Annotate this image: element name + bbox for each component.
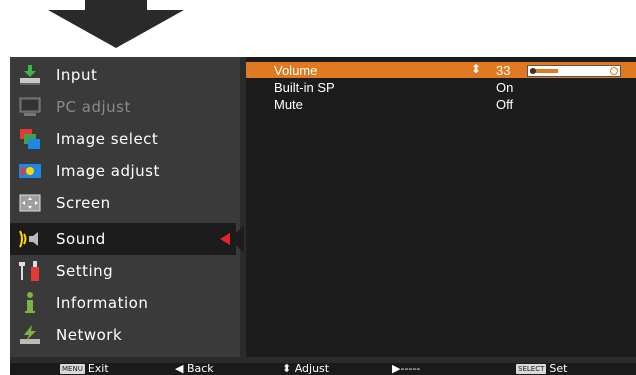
builtin-sp-value: On <box>496 80 514 95</box>
footer-set: SELECT Set <box>516 363 567 375</box>
menu-item-image-adjust[interactable]: Image adjust <box>10 155 240 187</box>
setting-icon <box>19 261 39 281</box>
image-adjust-icon <box>19 164 41 178</box>
menu-item-information[interactable]: Information <box>10 287 240 319</box>
volume-value: 33 <box>496 63 511 78</box>
menu-item-image-select[interactable]: Image select <box>10 123 240 155</box>
select-key-icon: SELECT <box>516 364 547 374</box>
volume-label: Volume <box>274 63 318 78</box>
footer-next-label: ----- <box>400 362 421 375</box>
input-icon <box>20 65 40 85</box>
left-arrow-icon: ◀ <box>175 362 184 375</box>
volume-slider[interactable] <box>527 65 621 77</box>
information-icon <box>25 292 35 313</box>
up-down-small-icon: ⬍ <box>282 362 292 375</box>
volume-row[interactable]: Volume ⬍ 33 <box>246 62 636 78</box>
menu-label-image-adjust: Image adjust <box>56 162 160 180</box>
volume-slider-min-icon <box>530 68 536 74</box>
main-menu: Input PC adjust Image select Image adjus… <box>10 57 240 357</box>
down-arrow-icon <box>48 0 184 48</box>
menu-label-sound: Sound <box>56 230 106 248</box>
sound-submenu: Volume ⬍ 33 Built-in SP On Mute Off <box>246 57 636 357</box>
network-icon <box>20 325 40 344</box>
menu-item-pc-adjust[interactable]: PC adjust <box>10 91 240 123</box>
menu-label-image-select: Image select <box>56 130 159 148</box>
menu-label-input: Input <box>56 66 98 84</box>
footer-exit-label: Exit <box>87 362 109 375</box>
footer-adjust: ⬍ Adjust <box>282 363 329 375</box>
screen-icon <box>19 194 41 212</box>
menu-item-screen[interactable]: Screen <box>10 187 240 219</box>
menu-label-network: Network <box>56 326 123 344</box>
menu-label-information: Information <box>56 294 149 312</box>
builtin-sp-label: Built-in SP <box>274 80 335 95</box>
mute-value: Off <box>496 97 514 112</box>
menu-key-icon: MENU <box>60 364 85 374</box>
builtin-sp-row[interactable]: Built-in SP On <box>246 79 636 95</box>
footer-next: ▶----- <box>392 363 420 375</box>
footer-help-bar: MENU Exit ◀ Back ⬍ Adjust ▶----- SELECT Se… <box>10 363 636 375</box>
selection-marker-icon <box>220 233 230 245</box>
mute-row[interactable]: Mute Off <box>246 96 636 112</box>
mute-label: Mute <box>274 97 303 112</box>
menu-label-pc-adjust: PC adjust <box>56 98 131 116</box>
menu-item-network[interactable]: Network <box>10 319 240 351</box>
footer-back: ◀ Back <box>175 363 214 375</box>
footer-back-label: Back <box>186 362 214 375</box>
up-down-icon: ⬍ <box>471 62 482 76</box>
menu-item-input[interactable]: Input <box>10 59 240 91</box>
menu-item-setting[interactable]: Setting <box>10 255 240 287</box>
footer-adjust-label: Adjust <box>294 362 330 375</box>
menu-label-screen: Screen <box>56 194 111 212</box>
menu-label-setting: Setting <box>56 262 114 280</box>
image-select-icon <box>20 129 40 149</box>
menu-item-sound[interactable]: Sound <box>10 223 236 255</box>
pc-adjust-icon <box>19 97 41 116</box>
sound-icon <box>19 230 38 248</box>
footer-exit: MENU Exit <box>60 363 109 375</box>
footer-set-label: Set <box>549 362 568 375</box>
selection-pointer-icon <box>230 225 244 253</box>
volume-slider-max-icon <box>610 67 618 75</box>
